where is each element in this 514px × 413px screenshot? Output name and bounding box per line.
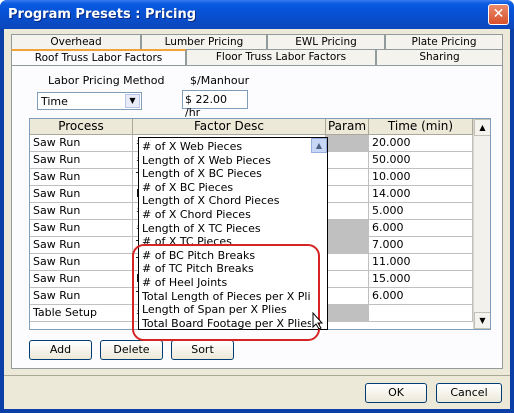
tab-row-2: Roof Truss Labor Factors Floor Truss Lab… bbox=[11, 49, 503, 66]
chevron-down-icon[interactable]: ▼ bbox=[125, 94, 140, 108]
grid-cell-time[interactable]: 50.000 bbox=[369, 152, 473, 169]
cancel-button[interactable]: Cancel bbox=[436, 383, 502, 403]
tab-lumber-pricing[interactable]: Lumber Pricing bbox=[141, 34, 267, 50]
grid-cell-param[interactable] bbox=[326, 271, 369, 288]
grid-cell-process[interactable]: Saw Run bbox=[30, 288, 133, 305]
grid-cell-process[interactable]: Table Setup bbox=[30, 305, 133, 322]
grid-cell-time[interactable]: 7.000 bbox=[369, 237, 473, 254]
dropdown-option[interactable]: Total Board Footage per X Plies bbox=[142, 316, 313, 331]
grid-cell-param[interactable] bbox=[326, 152, 369, 169]
grid-cell-param[interactable] bbox=[326, 237, 369, 254]
arrow-down-icon[interactable]: ▼ bbox=[474, 312, 490, 329]
grid-cell-param[interactable] bbox=[326, 169, 369, 186]
grid-cell-process[interactable]: Saw Run bbox=[30, 254, 133, 271]
grid-cell-param[interactable] bbox=[326, 220, 369, 237]
ok-button[interactable]: OK bbox=[365, 383, 427, 403]
tab-floor-truss-labor-factors[interactable]: Floor Truss Labor Factors bbox=[186, 49, 376, 65]
tab-sharing[interactable]: Sharing bbox=[376, 49, 503, 65]
grid-cell-process[interactable]: Saw Run bbox=[30, 169, 133, 186]
arrow-up-icon[interactable]: ▲ bbox=[474, 119, 490, 136]
grid-cell-param[interactable] bbox=[326, 135, 369, 152]
add-button[interactable]: Add bbox=[29, 340, 92, 360]
grid-cell-process[interactable]: Saw Run bbox=[30, 271, 133, 288]
labor-method-value: Time bbox=[41, 95, 68, 108]
mouse-pointer-icon bbox=[312, 312, 324, 330]
grid-cell-time[interactable]: 6.000 bbox=[369, 220, 473, 237]
delete-button[interactable]: Delete bbox=[100, 340, 163, 360]
pricing-window: Program Presets : Pricing ✕ Overhead Lum… bbox=[0, 0, 514, 413]
grid-cell-param[interactable] bbox=[326, 203, 369, 220]
grid-cell-time[interactable]: 15.000 bbox=[369, 271, 473, 288]
tab-plate-pricing[interactable]: Plate Pricing bbox=[385, 34, 503, 50]
tab-ewl-pricing[interactable]: EWL Pricing bbox=[267, 34, 385, 50]
grid-cell-process[interactable]: Saw Run bbox=[30, 135, 133, 152]
grid-scrollbar[interactable]: ▲ ▼ bbox=[473, 119, 490, 329]
labor-method-select[interactable]: Time ▼ bbox=[37, 92, 142, 110]
grid-cell-param[interactable] bbox=[326, 288, 369, 305]
grid-cell-param[interactable] bbox=[326, 305, 369, 322]
arrow-up-icon[interactable]: ▲ bbox=[311, 138, 327, 153]
grid-cell-param[interactable] bbox=[326, 186, 369, 203]
factor-desc-dropdown[interactable]: # of X Web Pieces Length of X Web Pieces L… bbox=[138, 137, 328, 330]
grid-cell-process[interactable]: Saw Run bbox=[30, 186, 133, 203]
grid-cell-process[interactable]: Saw Run bbox=[30, 203, 133, 220]
footer-divider bbox=[4, 375, 510, 376]
grid-cell-process[interactable]: Saw Run bbox=[30, 152, 133, 169]
grid-cell-param[interactable] bbox=[326, 254, 369, 271]
col-header-process[interactable]: Process bbox=[30, 119, 133, 135]
tab-overhead[interactable]: Overhead bbox=[11, 34, 141, 50]
dropdown-scrollbar[interactable]: ▲ bbox=[311, 138, 327, 329]
grid-cell-time[interactable]: 14.000 bbox=[369, 186, 473, 203]
grid-cell-process[interactable]: Saw Run bbox=[30, 220, 133, 237]
grid-cell-time[interactable]: 5.000 bbox=[369, 203, 473, 220]
manhour-label: $/Manhour bbox=[190, 74, 250, 87]
col-header-factor-desc[interactable]: Factor Desc bbox=[133, 119, 326, 135]
grid-cell-time[interactable]: 11.000 bbox=[369, 254, 473, 271]
sort-button[interactable]: Sort bbox=[171, 340, 234, 360]
close-icon: ✕ bbox=[492, 6, 505, 22]
grid-cell-time[interactable]: 20.000 bbox=[369, 135, 473, 152]
close-button[interactable]: ✕ bbox=[488, 4, 509, 25]
col-header-param[interactable]: Param bbox=[326, 119, 369, 135]
col-header-time[interactable]: Time (min) bbox=[369, 119, 473, 135]
grid-cell-time[interactable]: 10.000 bbox=[369, 169, 473, 186]
manhour-input[interactable]: $ 22.00 /hr bbox=[182, 90, 248, 119]
grid-cell-process[interactable]: Saw Run bbox=[30, 237, 133, 254]
window-title: Program Presets : Pricing bbox=[8, 7, 197, 22]
tab-row-1: Overhead Lumber Pricing EWL Pricing Plat… bbox=[11, 34, 503, 50]
title-bar[interactable]: Program Presets : Pricing ✕ bbox=[0, 0, 514, 29]
tab-roof-truss-labor-factors[interactable]: Roof Truss Labor Factors bbox=[11, 49, 186, 66]
grid-cell-time[interactable]: 6.000 bbox=[369, 288, 473, 305]
labor-method-label: Labor Pricing Method bbox=[48, 74, 165, 87]
grid-cell-time[interactable] bbox=[369, 305, 473, 322]
